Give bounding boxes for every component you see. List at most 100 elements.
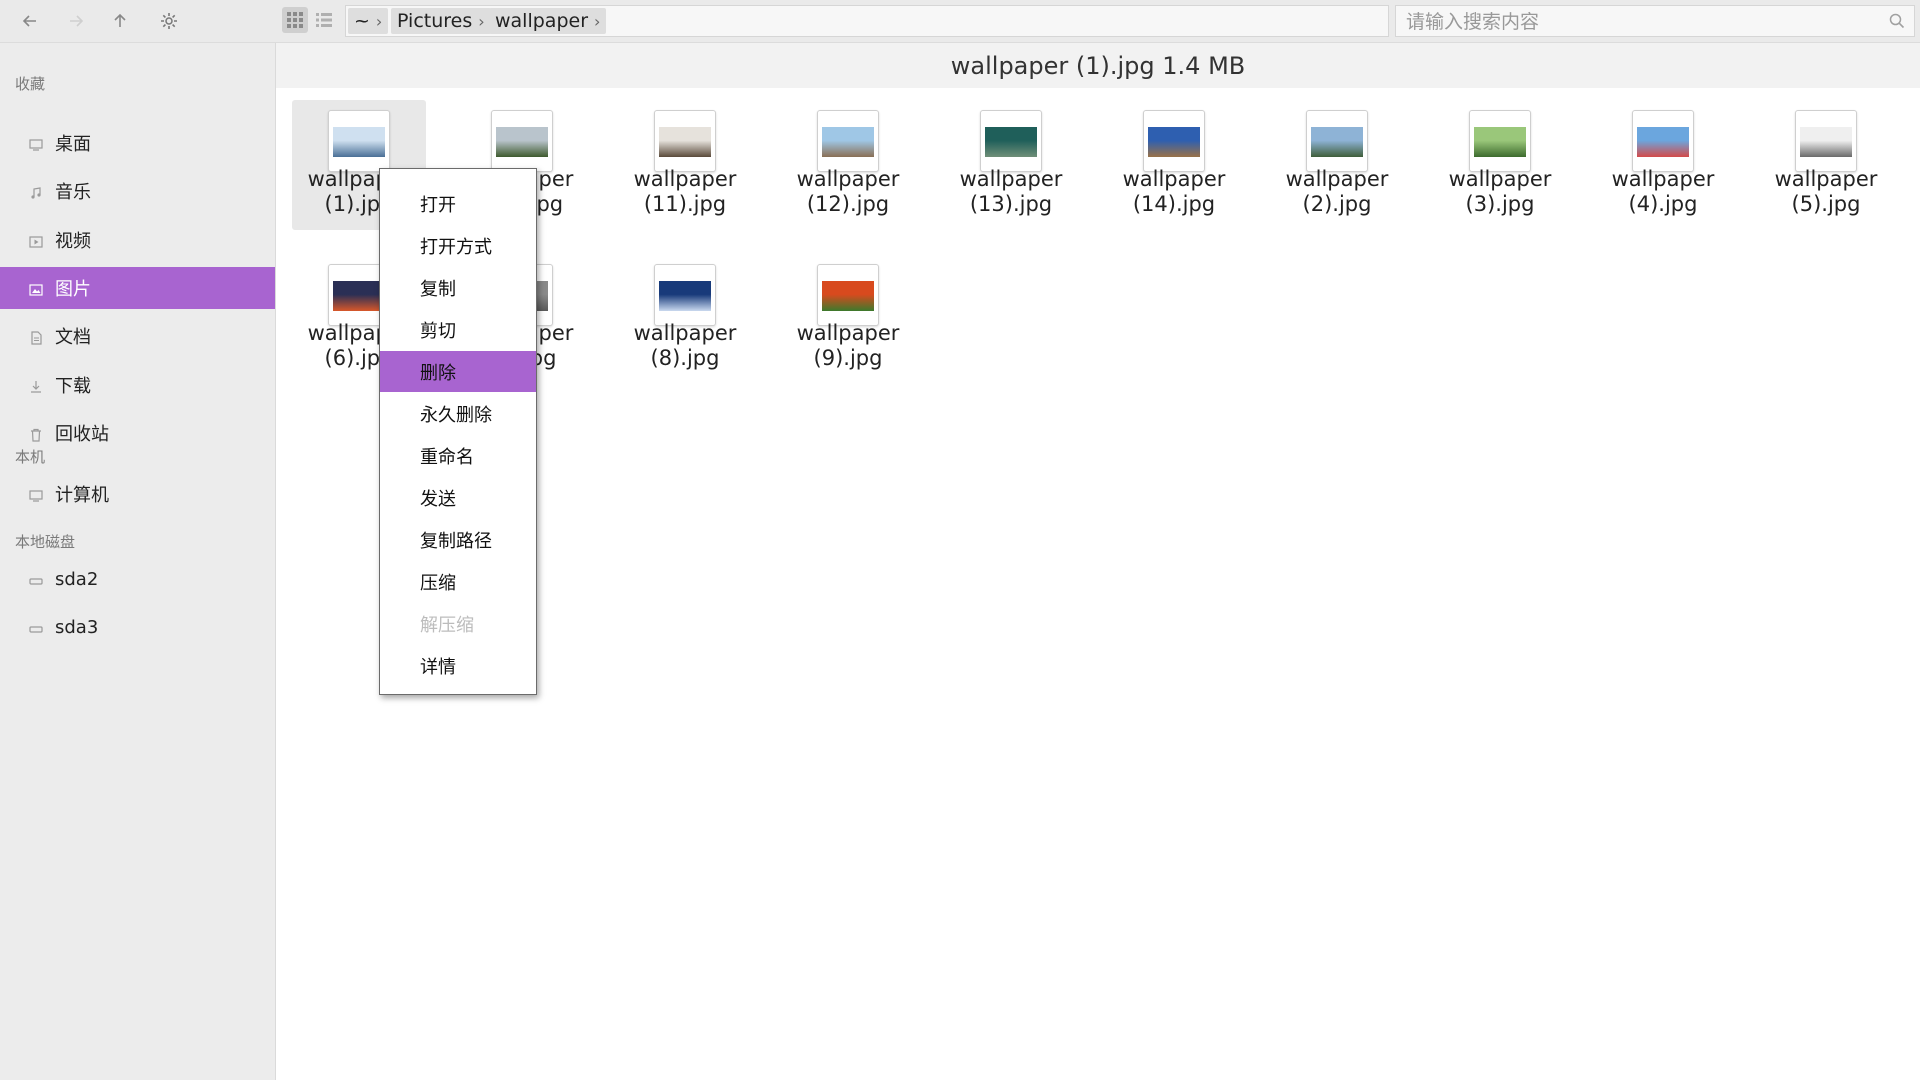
- image-thumbnail: [1800, 127, 1852, 157]
- disk-icon: [29, 620, 43, 634]
- chevron-right-icon: ›: [594, 11, 601, 31]
- menu-item-删除[interactable]: 删除: [380, 351, 536, 392]
- file-item[interactable]: wallpaper (3).jpg: [1433, 100, 1567, 230]
- file-item[interactable]: wallpaper (4).jpg: [1596, 100, 1730, 230]
- menu-item-剪切[interactable]: 剪切: [380, 309, 536, 350]
- file-name: wallpaper (11).jpg: [618, 167, 752, 217]
- file-thumbnail: [328, 110, 390, 172]
- menu-item-打开[interactable]: 打开: [380, 183, 536, 224]
- sidebar-item-图片[interactable]: 图片: [0, 266, 275, 309]
- sidebar-item-sda3[interactable]: sda3: [0, 606, 275, 648]
- file-name-line1: wallpaper: [796, 167, 900, 191]
- image-thumbnail: [659, 127, 711, 157]
- list-view-button[interactable]: [311, 7, 337, 33]
- image-thumbnail: [1148, 127, 1200, 157]
- section-title-disks: 本地磁盘: [15, 533, 76, 551]
- file-thumbnail: [980, 110, 1042, 172]
- document-icon: [29, 329, 43, 345]
- sidebar-item-label: 音乐: [55, 182, 91, 204]
- file-thumbnail: [817, 264, 879, 326]
- search-input[interactable]: [1404, 6, 1878, 38]
- file-item[interactable]: wallpaper (8).jpg: [618, 254, 752, 384]
- menu-item-永久删除[interactable]: 永久删除: [380, 393, 536, 434]
- sidebar-item-桌面[interactable]: 桌面: [0, 122, 275, 164]
- sidebar-item-label: sda2: [55, 568, 99, 590]
- file-name-line2: (12).jpg: [806, 192, 890, 216]
- file-item[interactable]: wallpaper (12).jpg: [781, 100, 915, 230]
- file-name-line1: wallpaper: [1122, 167, 1226, 191]
- breadcrumb-label: ~: [354, 10, 370, 32]
- sidebar-item-sda2[interactable]: sda2: [0, 558, 275, 600]
- breadcrumb-home[interactable]: ~ ›: [348, 8, 389, 34]
- file-item[interactable]: wallpaper (2).jpg: [1270, 100, 1404, 230]
- file-thumbnail: [1143, 110, 1205, 172]
- settings-button[interactable]: [153, 5, 185, 37]
- forward-button[interactable]: [60, 5, 92, 37]
- grid-view-button[interactable]: [282, 7, 308, 33]
- file-thumbnail: [817, 110, 879, 172]
- file-name-line1: wallpaper: [633, 321, 737, 345]
- file-item[interactable]: wallpaper (9).jpg: [781, 254, 915, 384]
- sidebar-item-下载[interactable]: 下载: [0, 364, 275, 406]
- sidebar-item-label: 桌面: [55, 134, 91, 155]
- file-item[interactable]: wallpaper (5).jpg: [1759, 100, 1893, 230]
- file-name-line2: (9).jpg: [813, 346, 883, 370]
- file-name-line1: wallpaper: [1774, 167, 1878, 191]
- sidebar-item-计算机[interactable]: 计算机: [0, 473, 275, 515]
- file-name-line1: wallpaper: [1611, 167, 1715, 191]
- search-icon[interactable]: [1888, 12, 1906, 30]
- menu-item-打开方式[interactable]: 打开方式: [380, 225, 536, 266]
- file-name: wallpaper (13).jpg: [944, 167, 1078, 217]
- file-name-line2: (11).jpg: [643, 192, 727, 216]
- picture-icon: [29, 281, 43, 296]
- search-box[interactable]: [1395, 5, 1915, 38]
- menu-item-详情[interactable]: 详情: [380, 645, 536, 686]
- file-name-line2: (5).jpg: [1791, 192, 1861, 216]
- breadcrumb-label: Pictures: [397, 10, 473, 32]
- menu-item-重命名[interactable]: 重命名: [380, 435, 536, 476]
- menu-item-压缩[interactable]: 压缩: [380, 561, 536, 602]
- file-item[interactable]: wallpaper (14).jpg: [1107, 100, 1241, 230]
- file-name-line2: (2).jpg: [1302, 192, 1372, 216]
- computer-icon: [29, 487, 43, 502]
- image-thumbnail: [1474, 127, 1526, 157]
- context-menu: 打开 打开方式 复制 剪切 删除 永久删除 重命名 发送 复制路径 压缩 解压缩 详情: [379, 168, 537, 695]
- music-icon: [29, 184, 43, 199]
- file-item[interactable]: wallpaper (13).jpg: [944, 100, 1078, 230]
- gear-icon: [161, 13, 177, 29]
- sidebar: 收藏 桌面 音乐 视频 图片 文档 下载 回收站 本机 计算机 本地磁盘 sda2 sda3: [0, 43, 276, 1080]
- sidebar-item-label: sda3: [55, 616, 99, 638]
- arrow-up-icon: [114, 13, 126, 27]
- file-name-line2: (8).jpg: [650, 346, 720, 370]
- section-title-favorites: 收藏: [15, 75, 46, 93]
- sidebar-item-文档[interactable]: 文档: [0, 315, 275, 357]
- sidebar-item-label: 图片: [55, 278, 91, 300]
- file-name-line1: wallpaper: [633, 167, 737, 191]
- sidebar-item-label: 下载: [55, 375, 91, 397]
- file-name: wallpaper (5).jpg: [1759, 167, 1893, 217]
- trash-icon: [29, 426, 43, 442]
- sidebar-item-视频[interactable]: 视频: [0, 219, 275, 261]
- menu-item-发送[interactable]: 发送: [380, 477, 536, 518]
- up-button[interactable]: [104, 5, 136, 37]
- file-item[interactable]: wallpaper (11).jpg: [618, 100, 752, 230]
- image-thumbnail: [659, 281, 711, 311]
- desktop-icon: [29, 136, 43, 151]
- sidebar-item-label: 文档: [55, 327, 91, 349]
- menu-item-复制[interactable]: 复制: [380, 267, 536, 308]
- image-thumbnail: [333, 127, 385, 157]
- breadcrumb-pictures[interactable]: Pictures ›: [391, 8, 491, 34]
- section-title-computer: 本机: [15, 448, 46, 466]
- file-name: wallpaper (4).jpg: [1596, 167, 1730, 217]
- file-name-line1: wallpaper: [1448, 167, 1552, 191]
- sidebar-item-label: 计算机: [55, 485, 109, 506]
- sidebar-item-音乐[interactable]: 音乐: [0, 170, 275, 212]
- sidebar-item-label: 视频: [55, 230, 91, 252]
- grid-view-icon: [287, 12, 303, 28]
- back-button[interactable]: [14, 5, 46, 37]
- menu-item-复制路径[interactable]: 复制路径: [380, 519, 536, 560]
- breadcrumb-label: wallpaper: [495, 10, 589, 32]
- breadcrumb[interactable]: ~ › Pictures › wallpaper ›: [345, 5, 1389, 37]
- breadcrumb-wallpaper[interactable]: wallpaper ›: [489, 8, 607, 34]
- file-name-line2: (14).jpg: [1132, 192, 1216, 216]
